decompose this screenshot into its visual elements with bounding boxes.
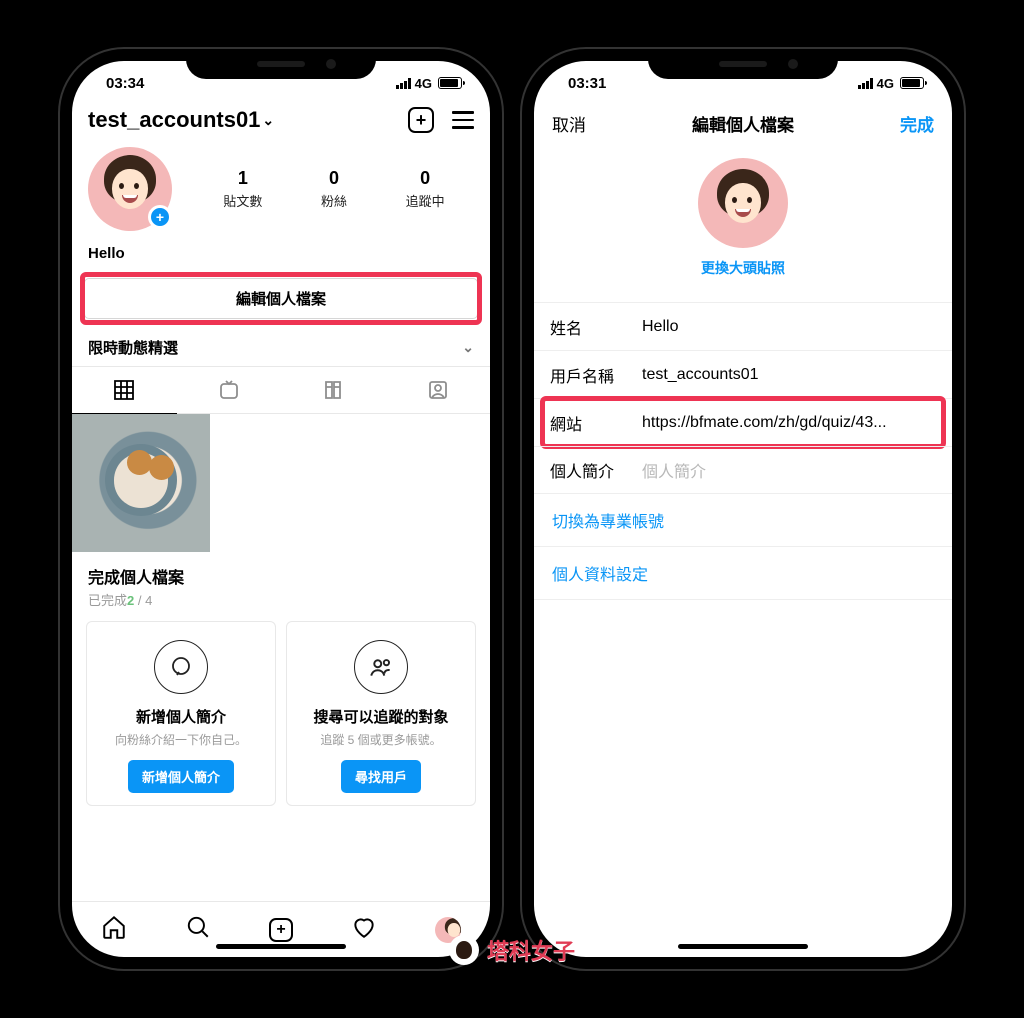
- watermark-icon: [449, 935, 479, 965]
- complete-profile-progress: 已完成2 / 4: [88, 590, 474, 609]
- complete-cards: 新增個人簡介 向粉絲介紹一下你自己。 新增個人簡介 搜尋可以追蹤的對象 追蹤 5…: [72, 613, 490, 806]
- display-name: Hello: [72, 241, 490, 272]
- stat-following[interactable]: 0 追蹤中: [406, 168, 445, 210]
- field-website[interactable]: 網站 https://bfmate.com/zh/gd/quiz/43...: [534, 398, 952, 446]
- home-indicator[interactable]: [216, 944, 346, 949]
- chevron-down-icon: ⌄: [262, 112, 274, 129]
- tab-tagged[interactable]: [386, 367, 491, 413]
- field-label: 姓名: [550, 315, 642, 339]
- home-icon: [101, 914, 127, 940]
- edit-title: 編輯個人檔案: [692, 111, 794, 136]
- field-value: https://bfmate.com/zh/gd/quiz/43...: [642, 414, 936, 432]
- cancel-button[interactable]: 取消: [552, 111, 586, 136]
- done-button[interactable]: 完成: [900, 111, 934, 136]
- story-highlights-row[interactable]: 限時動態精選 ⌄: [72, 329, 490, 366]
- change-photo-button[interactable]: 更換大頭貼照: [701, 258, 785, 278]
- create-button[interactable]: +: [408, 107, 434, 133]
- battery-icon: [438, 77, 462, 89]
- card-title: 搜尋可以追蹤的對象: [313, 706, 448, 727]
- igtv-icon: [217, 378, 241, 402]
- complete-profile-section: 完成個人檔案 已完成2 / 4: [72, 552, 490, 613]
- people-icon: [354, 640, 408, 694]
- post-grid: [72, 414, 490, 552]
- screen-profile: 03:34 4G test_accounts01 ⌄ + +: [72, 61, 490, 957]
- field-label: 個人簡介: [550, 458, 642, 482]
- stat-followers[interactable]: 0 粉絲: [321, 168, 347, 210]
- tab-guides[interactable]: [281, 367, 386, 413]
- field-name[interactable]: 姓名 Hello: [534, 302, 952, 350]
- field-value: Hello: [642, 318, 936, 336]
- guides-icon: [321, 378, 345, 402]
- nav-activity[interactable]: [351, 914, 377, 945]
- field-placeholder: 個人簡介: [642, 458, 936, 482]
- edit-profile-button[interactable]: 編輯個人檔案: [84, 278, 478, 319]
- search-icon: [185, 914, 211, 940]
- watermark: 塔科女子: [449, 934, 575, 966]
- chat-icon: [154, 640, 208, 694]
- post-thumbnail[interactable]: [72, 414, 210, 552]
- card-find-people: 搜尋可以追蹤的對象 追蹤 5 個或更多帳號。 尋找用戶: [286, 621, 476, 806]
- phone-right: 03:31 4G 取消 編輯個人檔案 完成 更換大頭貼照 姓名 Hello 用戶…: [522, 49, 964, 969]
- card-find-people-button[interactable]: 尋找用戶: [341, 760, 421, 793]
- stat-posts[interactable]: 1 貼文數: [223, 168, 262, 210]
- nav-create[interactable]: +: [269, 918, 293, 942]
- notch: [186, 49, 376, 79]
- network-label: 4G: [415, 76, 432, 91]
- status-icons: 4G: [858, 76, 924, 91]
- personal-info-settings-button[interactable]: 個人資料設定: [534, 547, 952, 599]
- story-highlights-label: 限時動態精選: [88, 337, 178, 358]
- screen-edit-profile: 03:31 4G 取消 編輯個人檔案 完成 更換大頭貼照 姓名 Hello 用戶…: [534, 61, 952, 957]
- chevron-down-icon: ⌄: [462, 339, 474, 356]
- field-bio[interactable]: 個人簡介 個人簡介: [534, 446, 952, 494]
- card-desc: 向粉絲介紹一下你自己。: [115, 731, 247, 748]
- edit-header: 取消 編輯個人檔案 完成: [534, 105, 952, 144]
- tagged-icon: [426, 378, 450, 402]
- network-label: 4G: [877, 76, 894, 91]
- nav-search[interactable]: [185, 914, 211, 945]
- battery-icon: [900, 77, 924, 89]
- add-story-badge[interactable]: +: [148, 205, 172, 229]
- username-dropdown[interactable]: test_accounts01 ⌄: [88, 107, 274, 133]
- status-time: 03:34: [106, 75, 144, 92]
- card-title: 新增個人簡介: [136, 706, 226, 727]
- username-label: test_accounts01: [88, 107, 260, 133]
- feed-tabs: [72, 366, 490, 414]
- switch-professional-button[interactable]: 切換為專業帳號: [534, 494, 952, 546]
- edit-fields: 姓名 Hello 用戶名稱 test_accounts01 網站 https:/…: [534, 302, 952, 494]
- nav-home[interactable]: [101, 914, 127, 945]
- menu-button[interactable]: [452, 111, 474, 129]
- avatar[interactable]: +: [88, 147, 172, 231]
- heart-icon: [351, 914, 377, 940]
- profile-header: test_accounts01 ⌄ +: [72, 105, 490, 141]
- card-add-bio: 新增個人簡介 向粉絲介紹一下你自己。 新增個人簡介: [86, 621, 276, 806]
- edit-avatar-section: 更換大頭貼照: [534, 158, 952, 278]
- status-icons: 4G: [396, 76, 462, 91]
- card-add-bio-button[interactable]: 新增個人簡介: [128, 760, 234, 793]
- watermark-text: 塔科女子: [487, 934, 575, 966]
- stats-row: + 1 貼文數 0 粉絲 0 追蹤中: [72, 141, 490, 241]
- notch: [648, 49, 838, 79]
- field-label: 網站: [550, 411, 642, 435]
- field-username[interactable]: 用戶名稱 test_accounts01: [534, 350, 952, 398]
- tab-igtv[interactable]: [177, 367, 282, 413]
- avatar[interactable]: [698, 158, 788, 248]
- complete-profile-title: 完成個人檔案: [88, 564, 474, 588]
- field-value: test_accounts01: [642, 366, 936, 384]
- signal-icon: [396, 78, 411, 89]
- field-label: 用戶名稱: [550, 363, 642, 387]
- grid-icon: [112, 378, 136, 402]
- tab-grid[interactable]: [72, 367, 177, 413]
- signal-icon: [858, 78, 873, 89]
- status-time: 03:31: [568, 75, 606, 92]
- phone-left: 03:34 4G test_accounts01 ⌄ + +: [60, 49, 502, 969]
- card-desc: 追蹤 5 個或更多帳號。: [320, 731, 441, 748]
- home-indicator[interactable]: [678, 944, 808, 949]
